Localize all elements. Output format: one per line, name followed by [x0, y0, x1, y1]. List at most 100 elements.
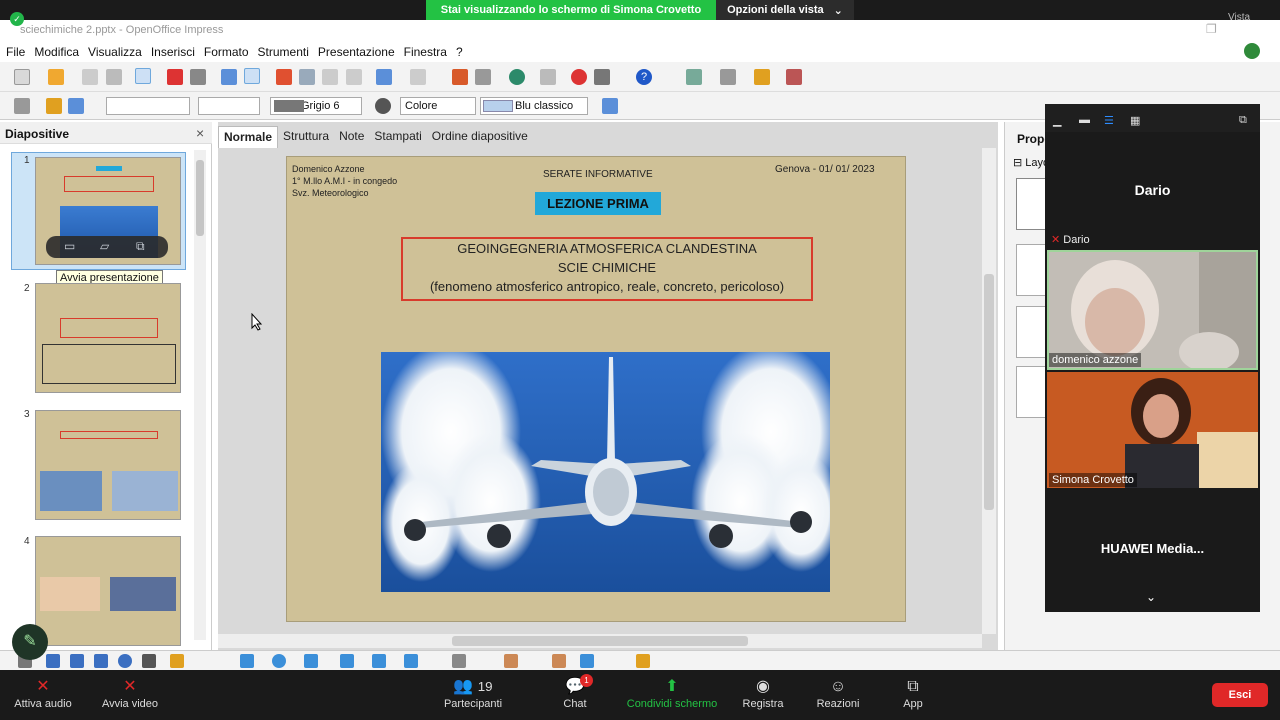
single-view-icon[interactable]: ▬: [1079, 114, 1090, 126]
tab-ordine-diapositive[interactable]: Ordine diapositive: [427, 126, 533, 148]
minimize-icon[interactable]: ▁: [1053, 114, 1061, 127]
no-entry-icon[interactable]: [571, 69, 587, 85]
close-icon[interactable]: ×: [196, 125, 204, 141]
tab-normale[interactable]: Normale: [218, 126, 279, 148]
area-icon[interactable]: [375, 98, 391, 114]
gallery-icon[interactable]: [754, 69, 770, 85]
apps-button[interactable]: ⧉ App: [898, 676, 928, 710]
edit-slide-icon[interactable]: ▱: [100, 239, 109, 253]
arrow-tool-icon[interactable]: [70, 654, 84, 668]
open-folder-icon[interactable]: [48, 69, 64, 85]
line-style-select[interactable]: [106, 97, 190, 115]
exit-fullscreen-icon[interactable]: ⧉: [1239, 114, 1247, 127]
collapse-icon[interactable]: ⊟: [1013, 157, 1025, 169]
ellipse-tool-icon[interactable]: [118, 654, 132, 668]
duplicate-slide-icon[interactable]: ⧉: [136, 239, 145, 254]
menu-strumenti[interactable]: Strumenti: [258, 45, 309, 59]
layout-option[interactable]: [1016, 306, 1048, 358]
leave-meeting-button[interactable]: Esci: [1212, 683, 1268, 707]
menu-inserisci[interactable]: Inserisci: [151, 45, 195, 59]
table-icon[interactable]: [475, 69, 491, 85]
layout-option[interactable]: [1016, 366, 1048, 418]
paste-icon[interactable]: [322, 69, 338, 85]
extrusion-icon[interactable]: [580, 654, 594, 668]
tab-struttura[interactable]: Struttura: [278, 126, 334, 148]
tab-stampati[interactable]: Stampati: [369, 126, 426, 148]
symbol-shapes-icon[interactable]: [272, 654, 286, 668]
slideshow-icon[interactable]: [786, 69, 802, 85]
new-document-icon[interactable]: [14, 69, 30, 85]
layouts-section[interactable]: ⊟ Layo: [1013, 156, 1049, 169]
text-tool-icon[interactable]: [142, 654, 156, 668]
shapes-tool-icon[interactable]: [240, 654, 254, 668]
participant-video-domenico[interactable]: [1047, 250, 1258, 370]
menu-file[interactable]: File: [6, 45, 25, 59]
block-arrows-icon[interactable]: [304, 654, 318, 668]
menu-formato[interactable]: Formato: [204, 45, 249, 59]
grid-icon[interactable]: [540, 69, 556, 85]
line-icon[interactable]: [46, 98, 62, 114]
redo-icon[interactable]: [410, 69, 426, 85]
slides-scroll-thumb[interactable]: [196, 160, 204, 236]
from-file-icon[interactable]: [552, 654, 566, 668]
participant-video-simona[interactable]: [1047, 372, 1258, 488]
tab-note[interactable]: Note: [334, 126, 369, 148]
edit-vertical-scroll-thumb[interactable]: [984, 274, 994, 510]
share-screen-button[interactable]: ⬆ Condividi schermo: [622, 676, 722, 710]
spellcheck-icon[interactable]: [221, 69, 237, 85]
shadow-icon[interactable]: [602, 98, 618, 114]
menu-visualizza[interactable]: Visualizza: [88, 45, 142, 59]
restore-icon[interactable]: ❐: [1206, 22, 1217, 36]
slide-thumb-4[interactable]: [35, 536, 181, 646]
layout-option[interactable]: [1016, 244, 1048, 296]
copy-icon[interactable]: [299, 69, 315, 85]
rectangle-tool-icon[interactable]: [94, 654, 108, 668]
fontwork-icon[interactable]: [504, 654, 518, 668]
stars-icon[interactable]: [404, 654, 418, 668]
layout-option[interactable]: [1016, 178, 1048, 230]
slide-thumb-3[interactable]: [35, 410, 181, 520]
export-pdf-icon[interactable]: [167, 69, 183, 85]
email-icon[interactable]: [106, 69, 122, 85]
display-icon[interactable]: [720, 69, 736, 85]
line-width-field[interactable]: [198, 97, 260, 115]
styles-icon[interactable]: [14, 98, 30, 114]
cut-icon[interactable]: [276, 69, 292, 85]
menu-presentazione[interactable]: Presentazione: [318, 45, 395, 59]
extension-icon[interactable]: [1244, 43, 1260, 59]
slide-thumb-2[interactable]: [35, 283, 181, 393]
reactions-button[interactable]: ☺ Reazioni: [812, 676, 864, 710]
help-icon[interactable]: ?: [636, 69, 652, 85]
line-tool-icon[interactable]: [46, 654, 60, 668]
navigator-icon[interactable]: [509, 69, 525, 85]
chevron-down-icon[interactable]: ⌄: [1146, 590, 1156, 604]
flowchart-icon[interactable]: [340, 654, 354, 668]
view-options-button[interactable]: Opzioni della vista ⌄: [716, 0, 854, 20]
menu-finestra[interactable]: Finestra: [404, 45, 447, 59]
image-icon[interactable]: [686, 69, 702, 85]
start-video-button[interactable]: ✕ Avvia video: [96, 676, 164, 710]
menu-help[interactable]: ?: [456, 45, 463, 59]
edit-horizontal-scroll-thumb[interactable]: [452, 636, 748, 646]
save-icon[interactable]: [82, 69, 98, 85]
annotate-pen-icon[interactable]: ✎: [12, 624, 48, 660]
curve-tool-icon[interactable]: [170, 654, 184, 668]
clone-format-icon[interactable]: [346, 69, 362, 85]
speaker-view-icon[interactable]: ☰: [1104, 114, 1114, 127]
zoom-icon[interactable]: [594, 69, 610, 85]
undo-icon[interactable]: [376, 69, 392, 85]
menu-modifica[interactable]: Modifica: [34, 45, 79, 59]
edit-mode-icon[interactable]: [135, 68, 151, 84]
alignment-icon[interactable]: [636, 654, 650, 668]
chart-icon[interactable]: [452, 69, 468, 85]
area-style-select[interactable]: Colore: [400, 97, 476, 115]
points-icon[interactable]: [452, 654, 466, 668]
participants-button[interactable]: 👥 19 Partecipanti: [438, 676, 508, 710]
callouts-icon[interactable]: [372, 654, 386, 668]
arrow-style-icon[interactable]: [68, 98, 84, 114]
unmute-button[interactable]: ✕ Attiva audio: [10, 676, 76, 710]
record-button[interactable]: ◉ Registra: [738, 676, 788, 710]
presentation-icon[interactable]: ▭: [64, 239, 75, 253]
gallery-view-icon[interactable]: ▦: [1130, 114, 1140, 127]
autospell-icon[interactable]: [244, 68, 260, 84]
